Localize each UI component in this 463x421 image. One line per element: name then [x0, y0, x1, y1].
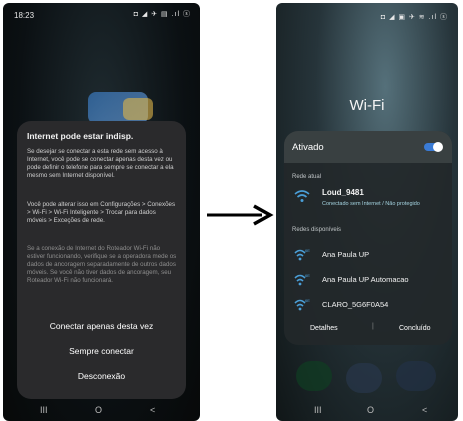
wifi-6e-icon: 6E: [294, 248, 310, 261]
panel-footer: Detalhes | Concluído: [284, 323, 452, 339]
home-icon[interactable]: O: [367, 405, 374, 415]
always-connect-button[interactable]: Sempre conectar: [17, 346, 186, 356]
dialog-title: Internet pode estar indisp.: [27, 131, 134, 141]
left-phone-screen: 18:23 ◘ ◢ ✈ ▤ .ıl ⓢ Internet pode estar …: [3, 3, 200, 421]
wifi-title: Wi-Fi: [349, 97, 385, 114]
status-icons: ◘ ◢ ▣ ✈ ≋ .ıl ⓢ: [380, 14, 448, 21]
recents-icon[interactable]: III: [40, 405, 48, 415]
details-button[interactable]: Detalhes: [310, 325, 338, 332]
done-button[interactable]: Concluído: [399, 325, 431, 332]
network-name: Ana Paula UP Automacao: [322, 275, 409, 284]
svg-text:6E: 6E: [305, 273, 310, 278]
available-networks-heading: Redes disponíveis: [292, 227, 342, 233]
network-item[interactable]: 6E Ana Paula UP: [284, 245, 452, 265]
status-time: 18:23: [14, 11, 35, 20]
back-icon[interactable]: <: [150, 405, 155, 415]
current-network-item[interactable]: Loud_9481 Conectado sem Internet / Não p…: [284, 187, 452, 207]
network-item[interactable]: 6E Ana Paula UP Automacao: [284, 270, 452, 290]
svg-text:6E: 6E: [305, 298, 310, 303]
background-card-accent: [123, 98, 153, 120]
back-icon[interactable]: <: [422, 405, 427, 415]
wifi-6e-icon: 6E: [294, 273, 310, 286]
internet-warning-dialog: Internet pode estar indisp. Se desejar s…: [17, 121, 186, 399]
network-name: CLARO_5G6F0A54: [322, 300, 389, 309]
dialog-paragraph-3: Se a conexão de Internet do Roteador Wi-…: [27, 245, 177, 284]
wifi-toggle-row[interactable]: Ativado: [284, 131, 452, 163]
navigation-bar: III O <: [276, 401, 458, 421]
wifi-panel: Ativado Rede atual Loud_9481 Conectado s…: [284, 131, 452, 345]
current-network-status: Conectado sem Internet / Não protegido: [322, 201, 420, 207]
disconnect-button[interactable]: Desconexão: [17, 371, 186, 381]
network-name: Ana Paula UP: [322, 250, 370, 259]
right-phone-screen: ◘ ◢ ▣ ✈ ≋ .ıl ⓢ Wi-Fi Ativado Rede atual…: [276, 3, 458, 421]
current-network-name: Loud_9481: [322, 188, 364, 197]
navigation-bar: III O <: [3, 401, 200, 421]
background-blur: [296, 361, 332, 391]
current-network-heading: Rede atual: [292, 174, 322, 180]
background-blur: [346, 363, 382, 393]
dialog-paragraph-1: Se desejar se conectar a esta rede sem a…: [27, 148, 174, 179]
recents-icon[interactable]: III: [314, 405, 322, 415]
background-blur: [396, 361, 436, 391]
status-icons: ◘ ◢ ✈ ▤ .ıl ⓢ: [133, 11, 191, 18]
home-icon[interactable]: O: [95, 405, 102, 415]
connect-once-button[interactable]: Conectar apenas desta vez: [17, 321, 186, 331]
wifi-toggle-label: Ativado: [292, 142, 324, 153]
dialog-paragraph-2: Você pode alterar isso em Configurações …: [27, 201, 176, 224]
wifi-6e-icon: 6E: [294, 298, 310, 311]
status-bar: 18:23 ◘ ◢ ✈ ▤ .ıl ⓢ: [3, 3, 200, 21]
status-bar: ◘ ◢ ▣ ✈ ≋ .ıl ⓢ: [276, 3, 458, 21]
footer-divider: |: [372, 323, 374, 330]
wifi-icon: [294, 190, 310, 202]
network-item[interactable]: 6E CLARO_5G6F0A54: [284, 295, 452, 315]
right-arrow-icon: [207, 204, 274, 226]
svg-text:6E: 6E: [305, 248, 310, 253]
wifi-toggle-switch[interactable]: [424, 142, 443, 152]
